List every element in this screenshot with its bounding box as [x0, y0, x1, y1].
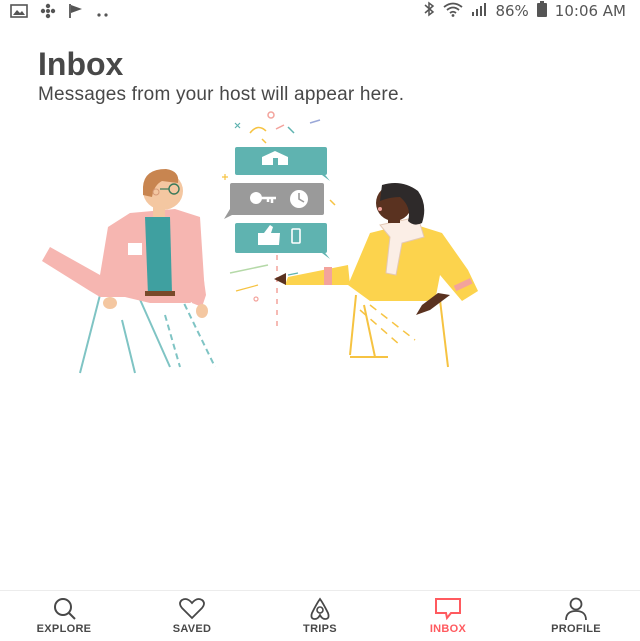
tab-saved-label: SAVED — [172, 623, 212, 635]
tab-trips[interactable]: TRIPS — [256, 591, 384, 641]
chat-bubble-icon — [433, 597, 463, 621]
status-left-icons — [10, 3, 110, 24]
status-right: 86% 10:06 AM — [423, 1, 626, 21]
tab-inbox-label: INBOX — [429, 623, 467, 635]
person-icon — [563, 597, 589, 621]
status-bar: 86% 10:06 AM — [0, 0, 640, 24]
tab-inbox[interactable]: INBOX — [384, 591, 512, 641]
clock: 10:06 AM — [554, 2, 626, 20]
airbnb-logo-icon — [307, 597, 333, 621]
pinwheel-icon — [40, 3, 56, 24]
more-dots-icon — [96, 5, 110, 23]
inbox-empty-illustration — [42, 111, 478, 374]
page-title: Inbox — [38, 46, 124, 82]
tab-profile[interactable]: PROFILE — [512, 591, 640, 641]
tab-explore[interactable]: EXPLORE — [0, 591, 128, 641]
bluetooth-icon — [423, 1, 435, 21]
heart-icon — [178, 597, 206, 621]
page-subtitle: Messages from your host will appear here… — [38, 84, 405, 105]
tab-explore-label: EXPLORE — [36, 623, 92, 635]
signal-icon — [471, 2, 487, 21]
chat-bubble-key — [224, 183, 324, 219]
chat-bubble-home — [235, 147, 330, 181]
tab-saved[interactable]: SAVED — [128, 591, 256, 641]
bottom-tab-bar: EXPLORE SAVED TRIPS INBOX PROFILE — [0, 590, 640, 641]
battery-icon — [536, 1, 547, 21]
wifi-icon — [443, 2, 464, 21]
man-figure — [42, 169, 216, 374]
chat-bubble-thumbs-up — [235, 223, 330, 259]
image-icon — [10, 4, 28, 23]
tab-trips-label: TRIPS — [303, 623, 337, 635]
battery-percent: 86% — [495, 2, 529, 20]
tab-profile-label: PROFILE — [551, 623, 601, 635]
flag-icon — [68, 3, 84, 24]
search-icon — [51, 597, 77, 621]
